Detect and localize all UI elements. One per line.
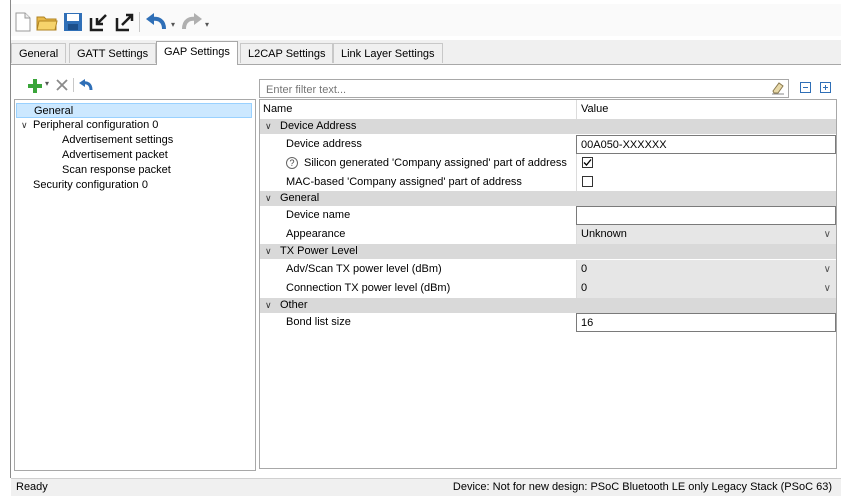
tab-general[interactable]: General — [11, 43, 67, 63]
group-label: TX Power Level — [280, 245, 358, 257]
tree-item-peripheral-configuration[interactable]: ∨ Peripheral configuration 0 — [16, 118, 252, 133]
group-other[interactable]: ∨ Other — [260, 298, 836, 313]
tree-toolbar-separator — [73, 78, 74, 92]
config-tree: General ∨ Peripheral configuration 0 Adv… — [14, 99, 256, 471]
property-name: Bond list size — [286, 316, 351, 328]
chevron-down-icon[interactable]: ∨ — [824, 260, 831, 279]
property-row-mac-based: MAC-based 'Company assigned' part of add… — [260, 173, 836, 192]
property-row-connection-tx: Connection TX power level (dBm) 0 ∨ — [260, 279, 836, 298]
delete-icon[interactable] — [55, 78, 69, 92]
group-label: General — [280, 192, 320, 204]
chevron-down-icon[interactable]: ∨ — [21, 118, 28, 133]
tree-item-scan-response-packet[interactable]: Scan response packet — [62, 163, 171, 178]
settings-tabs: General GATT Settings GAP Settings L2CAP… — [11, 40, 841, 65]
property-name: Appearance — [286, 228, 346, 240]
mac-based-value — [576, 173, 836, 192]
adv-scan-tx-select[interactable]: 0 ∨ — [576, 260, 836, 279]
tree-toolbar: ▾ — [11, 66, 256, 96]
filter-box — [259, 79, 789, 98]
chevron-down-icon[interactable]: ∨ — [824, 225, 831, 244]
property-value: 16 — [581, 317, 594, 329]
collapse-all-icon[interactable] — [800, 82, 811, 96]
device-status: Device: Not for new design: PSoC Bluetoo… — [452, 481, 832, 493]
property-row-bond-list-size: Bond list size 16 — [260, 313, 836, 332]
group-tx-power-level[interactable]: ∨ TX Power Level — [260, 244, 836, 259]
tab-l2cap-settings[interactable]: L2CAP Settings — [240, 43, 334, 63]
silicon-generated-checkbox[interactable] — [582, 157, 593, 168]
property-name: Connection TX power level (dBm) — [286, 282, 451, 294]
property-row-device-address: Device address 00A050-XXXXXX — [260, 135, 836, 154]
main-toolbar: ▾ ▾ — [11, 4, 841, 36]
export-icon[interactable] — [113, 10, 137, 34]
property-name: Device address — [286, 138, 362, 150]
tree-undo-icon[interactable] — [78, 78, 94, 92]
property-value: 0 — [581, 263, 588, 275]
appearance-select[interactable]: Unknown ∨ — [576, 225, 836, 244]
tree-item-security-configuration[interactable]: Security configuration 0 — [33, 178, 148, 193]
redo-dropdown-icon[interactable]: ▾ — [205, 20, 209, 29]
mac-based-checkbox[interactable] — [582, 176, 593, 187]
add-dropdown-icon[interactable]: ▾ — [45, 79, 49, 88]
property-name: Silicon generated 'Company assigned' par… — [304, 157, 567, 169]
eraser-icon[interactable] — [771, 81, 785, 95]
tab-gatt-settings[interactable]: GATT Settings — [69, 43, 157, 63]
silicon-generated-value — [576, 154, 836, 173]
undo-icon[interactable] — [145, 10, 169, 34]
property-name: Adv/Scan TX power level (dBm) — [286, 263, 442, 275]
chevron-down-icon[interactable]: ∨ — [824, 279, 831, 298]
property-value: Unknown — [581, 228, 627, 240]
property-name: Device name — [286, 209, 351, 221]
property-row-silicon-generated: ? Silicon generated 'Company assigned' p… — [260, 154, 836, 173]
app-window: ▾ ▾ General GATT Settings GAP Settings L… — [0, 0, 841, 496]
group-general[interactable]: ∨ General — [260, 191, 836, 206]
import-icon[interactable] — [87, 10, 111, 34]
connection-tx-select[interactable]: 0 ∨ — [576, 279, 836, 298]
open-folder-icon[interactable] — [35, 10, 59, 34]
grid-expand-collapse — [797, 80, 837, 96]
device-address-field[interactable]: 00A050-XXXXXX — [576, 135, 836, 154]
tree-item-advertisement-packet[interactable]: Advertisement packet — [62, 148, 168, 163]
group-label: Other — [280, 299, 308, 311]
status-bar: Ready Device: Not for new design: PSoC B… — [11, 478, 841, 496]
grid-header: Name Value — [260, 100, 836, 120]
help-icon[interactable]: ? — [286, 157, 298, 169]
property-row-device-name: Device name — [260, 206, 836, 225]
property-grid: Name Value ∨ Device Address Device addre… — [259, 99, 837, 469]
group-device-address[interactable]: ∨ Device Address — [260, 119, 836, 134]
new-file-icon[interactable] — [11, 10, 35, 34]
property-value: 00A050-XXXXXX — [581, 139, 667, 151]
add-icon[interactable] — [27, 78, 43, 94]
tree-item-general[interactable]: General — [16, 103, 252, 118]
column-header-name[interactable]: Name — [263, 100, 292, 119]
column-divider[interactable] — [576, 100, 577, 119]
status-text: Ready — [16, 481, 48, 493]
toolbar-separator — [139, 12, 140, 32]
redo-icon[interactable] — [179, 10, 203, 34]
device-name-field[interactable] — [576, 206, 836, 225]
property-name: MAC-based 'Company assigned' part of add… — [286, 176, 522, 188]
property-row-adv-scan-tx: Adv/Scan TX power level (dBm) 0 ∨ — [260, 260, 836, 279]
tree-item-label: General — [34, 105, 74, 117]
column-header-value[interactable]: Value — [581, 100, 608, 119]
expand-all-icon[interactable] — [820, 82, 831, 96]
filter-input[interactable] — [264, 81, 748, 98]
group-label: Device Address — [280, 120, 357, 132]
property-row-appearance: Appearance Unknown ∨ — [260, 225, 836, 244]
tab-gap-settings[interactable]: GAP Settings — [156, 41, 238, 65]
save-icon[interactable] — [61, 10, 85, 34]
undo-dropdown-icon[interactable]: ▾ — [171, 20, 175, 29]
tree-item-advertisement-settings[interactable]: Advertisement settings — [62, 133, 173, 148]
tree-item-label: Peripheral configuration 0 — [33, 119, 159, 131]
bond-list-size-field[interactable]: 16 — [576, 313, 836, 332]
property-value: 0 — [581, 282, 588, 294]
tab-link-layer-settings[interactable]: Link Layer Settings — [333, 43, 443, 63]
